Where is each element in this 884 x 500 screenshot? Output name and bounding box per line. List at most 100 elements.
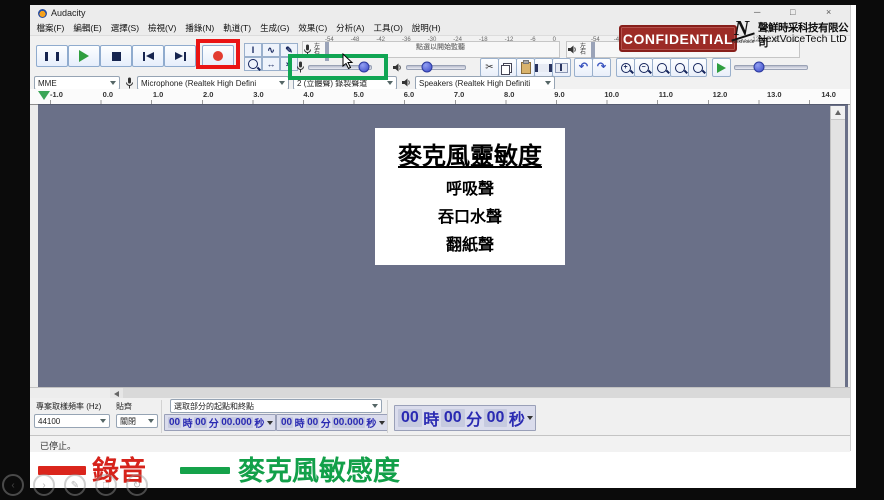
timeshift-tool-button[interactable]: ↔ [262, 57, 280, 71]
playback-device-select[interactable]: Speakers (Realtek High Definiti [415, 76, 555, 90]
video-loop-button[interactable]: ↻ [126, 474, 148, 496]
annotation-note: 麥克風靈敏度 呼吸聲吞口水聲翻紙聲 [375, 128, 565, 265]
zoom-toggle-icon [693, 63, 703, 73]
cut-button[interactable]: ✂ [480, 58, 499, 77]
pause-button[interactable] [36, 45, 68, 67]
chevron-down-icon [110, 81, 116, 85]
maximize-button[interactable]: □ [790, 8, 795, 17]
recording-device-select[interactable]: Microphone (Realtek High Defini [137, 76, 289, 90]
zoom-tool-button[interactable] [244, 57, 262, 71]
title-bar: Audacity ─ □ × [30, 5, 850, 21]
selection-tool-button[interactable]: I [244, 43, 262, 57]
arrow-left-icon [114, 391, 119, 397]
play-icon [79, 50, 89, 62]
menu-item[interactable]: 編輯(E) [69, 22, 106, 34]
vertical-scrollbar[interactable] [830, 106, 845, 387]
chevron-down-icon [267, 421, 273, 425]
redo-icon: ↷ [597, 62, 606, 73]
trim-icon [535, 64, 552, 72]
chevron-down-icon [100, 419, 106, 423]
paste-button[interactable] [516, 58, 535, 77]
video-frame-button[interactable]: □ [95, 474, 117, 496]
timeline-pin-icon[interactable] [38, 91, 50, 100]
redo-button[interactable]: ↷ [592, 58, 611, 77]
ruler-tick-label: 1.0 [153, 90, 163, 99]
zoom-in-icon: + [621, 63, 631, 73]
copy-icon [503, 63, 512, 73]
zoom-toggle-button[interactable] [688, 58, 707, 77]
speaker-icon [567, 44, 578, 55]
silence-audio-button[interactable] [552, 58, 571, 77]
menu-item[interactable]: 檢視(V) [144, 22, 181, 34]
zoom-in-button[interactable]: + [616, 58, 635, 77]
selection-end-field[interactable]: 00時 00分 00.000秒 [276, 414, 388, 431]
skip-start-icon [146, 52, 154, 60]
menu-item[interactable]: 檔案(F) [32, 22, 69, 34]
trim-audio-button[interactable] [534, 58, 553, 77]
chevron-down-icon [379, 421, 385, 425]
copy-button[interactable] [498, 58, 517, 77]
ruler-labels: -1.00.01.02.03.04.05.06.07.08.09.010.011… [50, 90, 836, 99]
scroll-up-button[interactable] [831, 106, 845, 120]
meter-right-label: 右 [580, 50, 586, 56]
zoom-out-button[interactable]: − [634, 58, 653, 77]
close-button[interactable]: × [826, 8, 831, 17]
slider-thumb[interactable] [753, 62, 764, 73]
speaker-icon [401, 77, 412, 88]
play-button[interactable] [68, 45, 100, 67]
menu-item[interactable]: 播錄(N) [181, 22, 219, 34]
mouse-cursor [342, 53, 354, 70]
pause-icon [45, 52, 59, 61]
magnifier-icon [248, 59, 258, 69]
menu-item[interactable]: 工具(O) [369, 22, 407, 34]
track-area[interactable]: 麥克風靈敏度 呼吸聲吞口水聲翻紙聲 [38, 104, 848, 388]
play-at-speed-button[interactable] [712, 58, 731, 77]
menu-item[interactable]: 分析(A) [332, 22, 369, 34]
undo-button[interactable]: ↶ [574, 58, 593, 77]
snap-select[interactable]: 關閉 [116, 414, 158, 428]
slider-thumb[interactable] [422, 62, 433, 73]
note-line: 吞口水聲 [377, 203, 563, 227]
audio-host-select[interactable]: MME [34, 76, 120, 90]
chevron-down-icon [527, 416, 533, 420]
minimize-button[interactable]: ─ [754, 8, 760, 17]
clipboard-icon [521, 62, 531, 74]
menu-item[interactable]: 說明(H) [407, 22, 445, 34]
skip-to-end-button[interactable] [164, 45, 196, 67]
video-edit-button[interactable]: ✎ [64, 474, 86, 496]
project-rate-select[interactable]: 44100 [34, 414, 110, 428]
video-prev-button[interactable]: ‹ [2, 474, 24, 496]
chevron-down-icon [372, 404, 378, 408]
zoom-fit-icon [675, 63, 685, 73]
zoom-selection-icon [657, 63, 667, 73]
ruler-tick-label: 13.0 [767, 90, 782, 99]
ruler-tick-label: 14.0 [821, 90, 836, 99]
envelope-tool-button[interactable]: ∿ [262, 43, 280, 57]
zoom-selection-button[interactable] [652, 58, 671, 77]
confidential-stamp: CONFIDENTIAL [619, 25, 737, 52]
menu-item[interactable]: 生成(G) [256, 22, 294, 34]
video-play-button[interactable]: › [33, 474, 55, 496]
stop-icon [112, 52, 121, 61]
ruler-tick-label: 6.0 [404, 90, 414, 99]
undo-icon: ↶ [579, 62, 588, 73]
audacity-logo-icon [38, 9, 47, 18]
ruler-tick-label: 8.0 [504, 90, 514, 99]
menu-item[interactable]: 選擇(S) [106, 22, 143, 34]
menu-item[interactable]: 軌道(T) [219, 22, 256, 34]
timeline-ruler[interactable]: -1.00.01.02.03.04.05.06.07.08.09.010.011… [30, 89, 850, 105]
chevron-down-icon [387, 81, 393, 85]
skip-to-start-button[interactable] [132, 45, 164, 67]
zoom-fit-button[interactable] [670, 58, 689, 77]
playback-volume-slider[interactable] [392, 59, 472, 75]
selection-range-select[interactable]: 選取部分的起點和終點 [170, 399, 382, 413]
selection-start-field[interactable]: 00時 00分 00.000秒 [164, 414, 276, 431]
ruler-tick-label: 0.0 [103, 90, 113, 99]
monitor-hint[interactable]: 點選以開始監聽 [322, 42, 559, 52]
nextvoice-logo-caption: NextVoice [732, 39, 755, 45]
legend-mic-sensitivity-label: 麥克風敏感度 [238, 449, 400, 488]
stop-button[interactable] [100, 45, 132, 67]
menu-item[interactable]: 效果(C) [294, 22, 332, 34]
playback-speed-slider[interactable] [734, 59, 808, 75]
audio-position-field[interactable]: 00時 00分 00秒 [394, 405, 536, 431]
